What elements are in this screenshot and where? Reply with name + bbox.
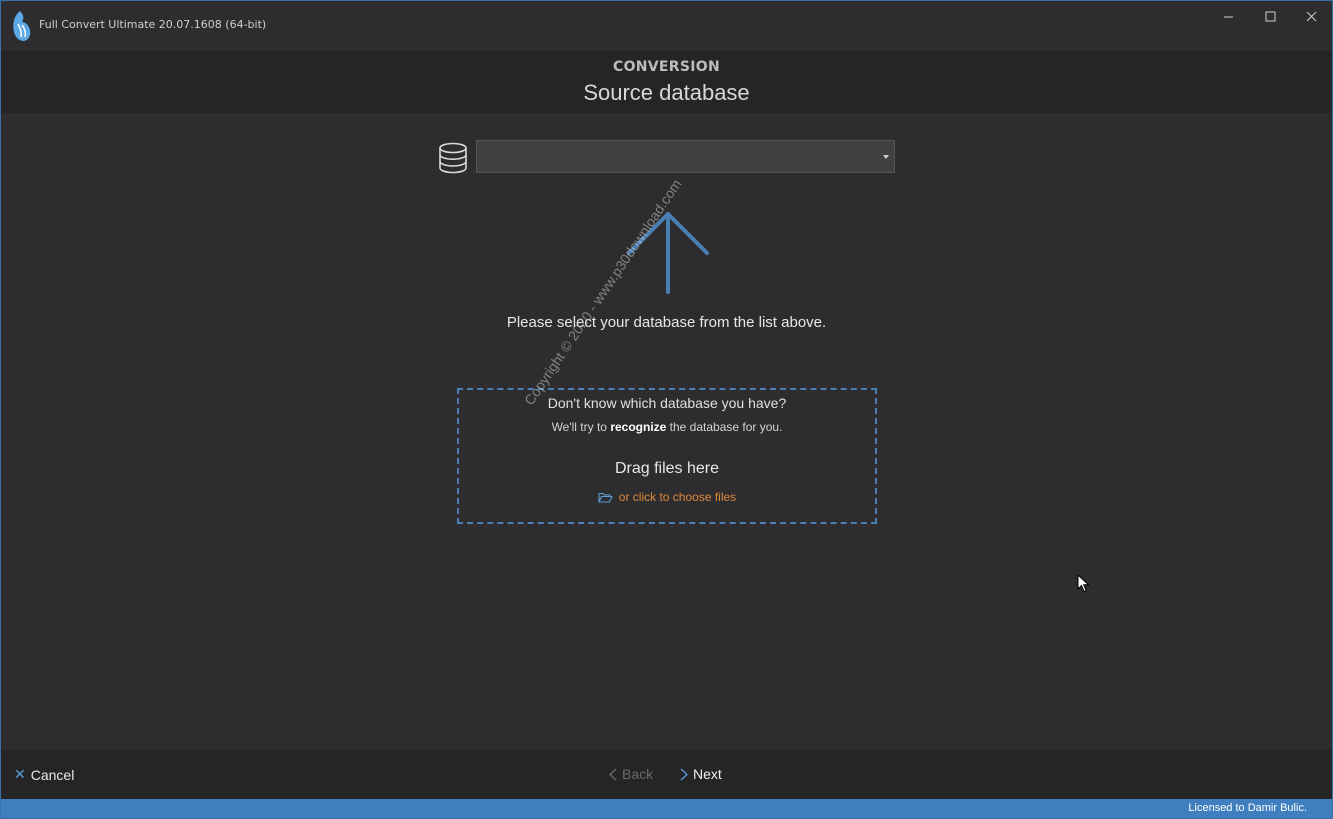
maximize-button[interactable]: [1249, 1, 1291, 31]
chevron-left-icon: [609, 768, 617, 780]
dropzone-hint-suffix: the database for you.: [666, 420, 783, 434]
window-title: Full Convert Ultimate 20.07.1608 (64-bit…: [39, 18, 267, 31]
choose-files-link[interactable]: or click to choose files: [459, 490, 875, 504]
next-button[interactable]: Next: [680, 766, 722, 782]
chevron-down-icon: [883, 155, 889, 159]
back-label: Back: [622, 766, 654, 782]
page-title: Source database: [583, 80, 750, 105]
app-logo-icon: [13, 11, 31, 41]
file-dropzone[interactable]: Don't know which database you have? We'l…: [457, 388, 877, 524]
folder-open-icon: [598, 492, 613, 503]
wizard-footer: ✕ Cancel Back Next: [1, 750, 1332, 799]
drag-files-label: Drag files here: [614, 460, 720, 477]
cancel-label: Cancel: [30, 766, 75, 783]
close-icon: [1306, 11, 1316, 21]
mouse-cursor-icon: [1077, 574, 1090, 593]
chevron-right-icon: [680, 768, 688, 780]
license-text: Licensed to Damir Bulic.: [1188, 802, 1307, 814]
app-window: Full Convert Ultimate 20.07.1608 (64-bit…: [0, 0, 1333, 819]
back-button[interactable]: Back: [609, 766, 653, 782]
cancel-button[interactable]: ✕ Cancel: [14, 766, 74, 783]
step-kicker: CONVERSION: [613, 59, 720, 75]
close-button[interactable]: [1290, 1, 1332, 31]
page-header: CONVERSION Source database: [1, 51, 1332, 113]
arrow-up-icon: [627, 212, 709, 294]
close-icon: ✕: [14, 766, 26, 782]
dropzone-question: Don't know which database you have?: [547, 395, 787, 411]
source-database-select[interactable]: [476, 140, 895, 173]
minimize-button[interactable]: [1207, 1, 1249, 31]
choose-files-label: or click to choose files: [618, 490, 737, 504]
database-icon: [439, 142, 467, 174]
minimize-icon: [1223, 16, 1233, 17]
next-label: Next: [693, 766, 722, 782]
status-bar: Licensed to Damir Bulic.: [1, 799, 1332, 818]
maximize-icon: [1265, 11, 1275, 21]
dropzone-hint-bold: recognize: [610, 420, 667, 434]
dropzone-hint: We'll try to recognize the database for …: [459, 420, 875, 434]
title-bar[interactable]: Full Convert Ultimate 20.07.1608 (64-bit…: [1, 1, 1332, 51]
dropzone-hint-prefix: We'll try to: [551, 420, 611, 434]
select-database-prompt: Please select your database from the lis…: [506, 314, 827, 331]
